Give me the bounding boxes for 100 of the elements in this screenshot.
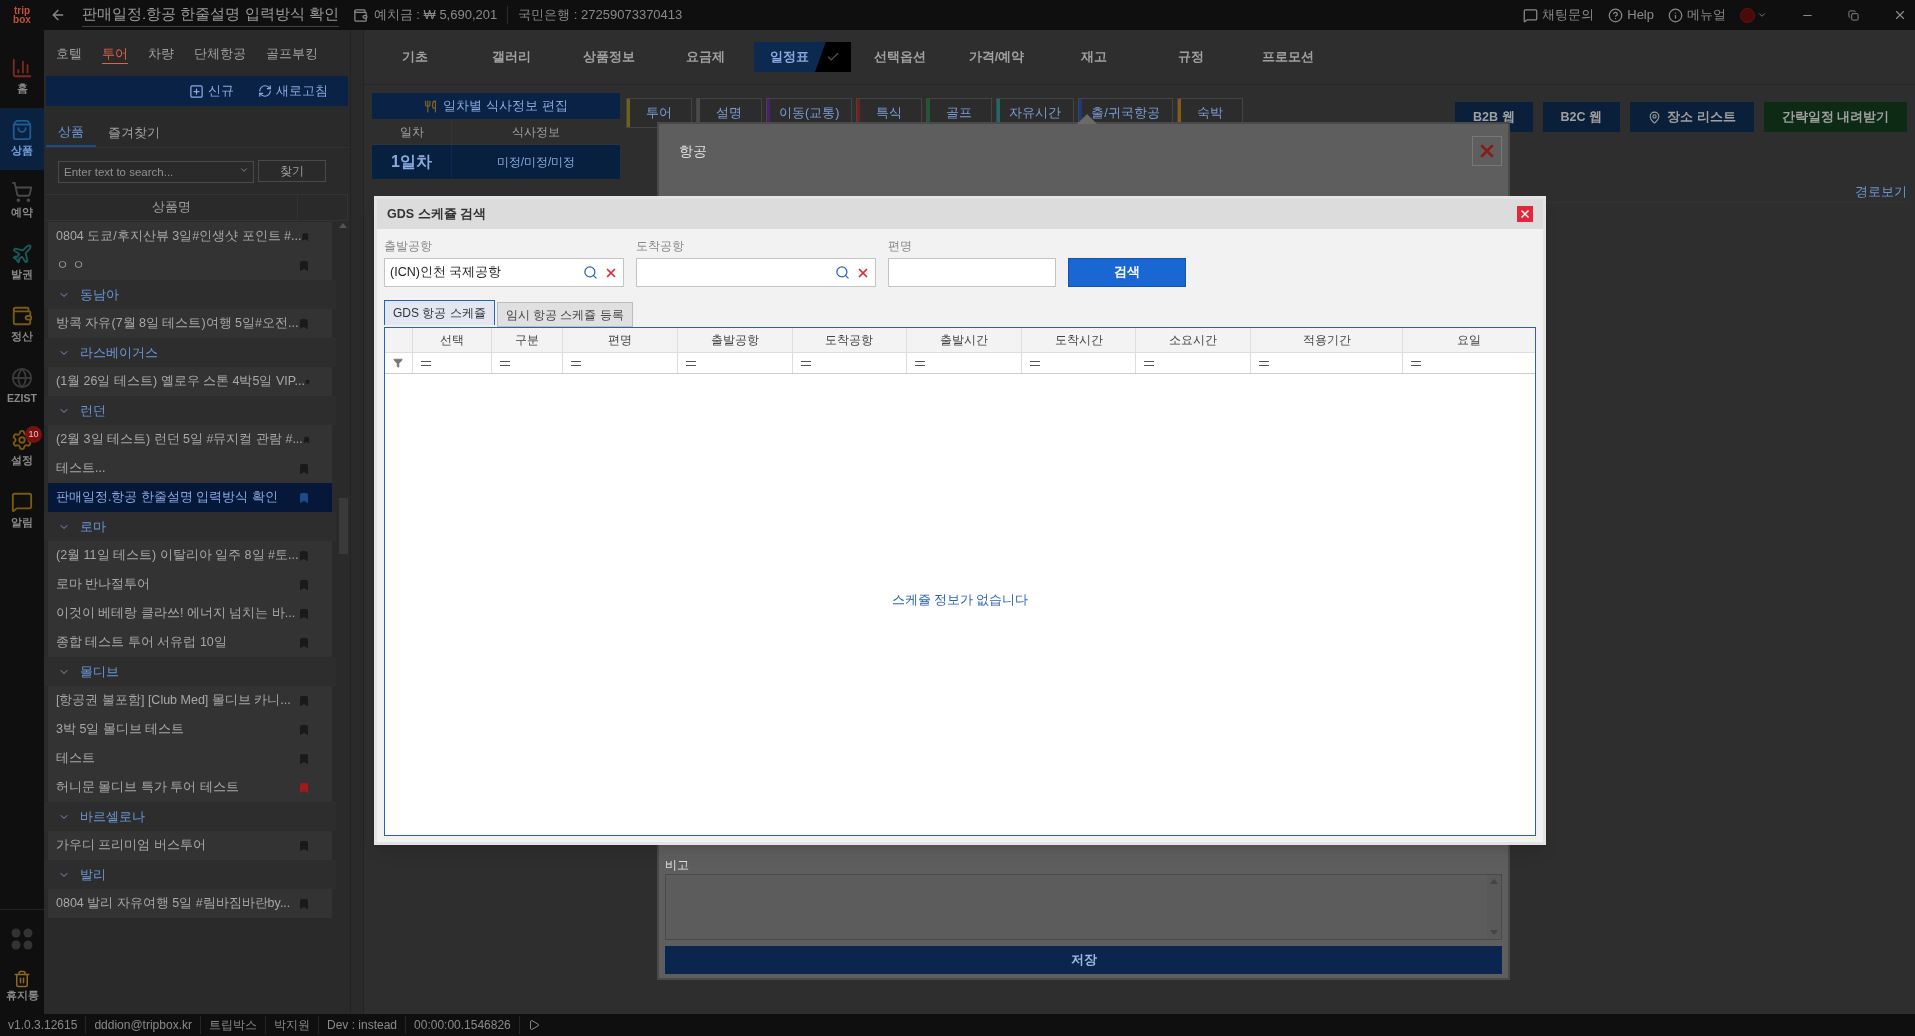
filter-icon[interactable]: [393, 358, 404, 368]
field-label: 편명: [888, 238, 913, 255]
nav-item[interactable]: 정산: [0, 294, 44, 356]
cart-icon: [11, 181, 33, 204]
product-list-item[interactable]: 3박 5일 몰디브 테스트: [48, 715, 332, 744]
category-tab[interactable]: 골프부킹: [266, 44, 318, 64]
sidebar-tab[interactable]: 즐겨찾기: [96, 118, 172, 147]
avatar-menu[interactable]: [1740, 7, 1767, 23]
bookmark-icon: [298, 577, 310, 592]
pin-icon: [1648, 110, 1662, 124]
product-list-item[interactable]: ㅇ ㅇ: [48, 251, 332, 280]
find-button[interactable]: 찾기: [258, 160, 326, 182]
column-header[interactable]: 적용기간: [1250, 328, 1404, 352]
toolbar-button[interactable]: 간략일정 내려받기: [1763, 102, 1907, 132]
header-link[interactable]: 채팅문의: [1523, 5, 1595, 25]
category-tab[interactable]: 투어: [102, 43, 128, 65]
note-field[interactable]: [665, 874, 1502, 940]
search-icon[interactable]: [583, 265, 598, 280]
dropdown-icon[interactable]: [239, 165, 249, 175]
schedule-type-tab[interactable]: 투어: [626, 98, 692, 128]
product-list-item[interactable]: 종합 테스트 투어 서유럽 10일: [48, 628, 332, 657]
schedule-tab[interactable]: GDS 항공 스케쥴: [384, 300, 495, 325]
schedule-tab[interactable]: 임시 항공 스케쥴 등록: [496, 302, 633, 327]
main-tab[interactable]: 선택옵션: [851, 42, 948, 72]
airport-field[interactable]: [636, 258, 876, 287]
product-list-item[interactable]: 허니문 몰디브 특가 투어 테스트: [48, 773, 332, 802]
nav-item[interactable]: 발권: [0, 232, 44, 294]
search-field[interactable]: Enter text to search...: [58, 161, 254, 183]
header-link[interactable]: Help: [1608, 5, 1654, 25]
column-header[interactable]: 출발시간: [907, 328, 1022, 352]
product-list-item[interactable]: (2월 11일 테스트) 이탈리아 일주 8일 #토...: [48, 541, 332, 570]
category-tab[interactable]: 차량: [148, 44, 174, 64]
chat-icon: [1523, 7, 1539, 23]
close-icon[interactable]: [1893, 8, 1907, 22]
column-header[interactable]: 선택: [412, 328, 492, 352]
apps-icon[interactable]: [11, 928, 33, 951]
nav-item[interactable]: EZIST: [0, 356, 44, 418]
search-button[interactable]: 검색: [1068, 258, 1186, 287]
nav-item[interactable]: 홈: [0, 46, 44, 108]
column-header[interactable]: 요일: [1403, 328, 1535, 352]
status-text: v1.0.3.12615: [0, 1016, 87, 1034]
bookmark-icon: [298, 896, 310, 911]
close-button[interactable]: [1472, 136, 1502, 166]
product-list-item[interactable]: 이것이 베테랑 클라쓰! 에너지 넘치는 바...: [48, 599, 332, 628]
product-list-item[interactable]: 테스트...: [48, 454, 332, 483]
main-tab[interactable]: 요금제: [657, 42, 754, 72]
product-list-item[interactable]: (2월 3일 테스트) 런던 5일 #뮤지컬 관람 #...: [48, 425, 332, 454]
main-tab[interactable]: 일정표: [754, 42, 851, 72]
product-list-item[interactable]: 로마 반나절투어: [48, 570, 332, 599]
back-icon[interactable]: [50, 7, 66, 23]
product-list-item[interactable]: [항공권 불포함] [Club Med] 몰디브 카니...: [48, 686, 332, 715]
toolbar-button[interactable]: B2C 웹: [1542, 102, 1621, 132]
restore-icon[interactable]: [1848, 9, 1859, 21]
status-text: 박지원: [266, 1016, 319, 1034]
search-icon[interactable]: [835, 265, 850, 280]
main-tab[interactable]: 상품정보: [560, 42, 657, 72]
product-list-item[interactable]: 방콕 자유(7월 8일 테스트)여행 5일#오전...: [48, 309, 332, 338]
product-list-item[interactable]: 테스트: [48, 744, 332, 773]
product-list-item[interactable]: 0804 발리 자유여행 5일 #림바짐바란by...: [48, 889, 332, 918]
save-button[interactable]: 저장: [665, 946, 1502, 974]
column-header[interactable]: 출발공항: [678, 328, 793, 352]
bookmark-icon: [298, 635, 310, 650]
nav-item[interactable]: 알림: [0, 480, 44, 542]
main-tab[interactable]: 가격/예약: [948, 42, 1045, 72]
main-tab[interactable]: 기초: [366, 42, 463, 72]
trash-item[interactable]: 휴지통: [5, 970, 39, 1004]
nav-item[interactable]: 상품: [0, 108, 44, 170]
column-header[interactable]: 소요시간: [1136, 328, 1251, 352]
column-header: 식사정보: [511, 123, 561, 141]
nav-item[interactable]: 설정 10: [0, 418, 44, 480]
close-button[interactable]: [1517, 206, 1533, 222]
product-list-item[interactable]: 0804 도쿄/후지산뷰 3일#인생샷 포인트 #...: [48, 222, 332, 251]
main-tab[interactable]: 프로모션: [1239, 42, 1336, 72]
flight-number-field[interactable]: [888, 258, 1056, 287]
main-tab[interactable]: 재고: [1045, 42, 1142, 72]
column-header[interactable]: 도착공항: [792, 328, 908, 352]
toolbar-button[interactable]: 장소 리스트: [1630, 102, 1754, 132]
scroll-up-icon[interactable]: [339, 223, 347, 228]
product-list-item[interactable]: (1월 26일 테스트) 옐로우 스톤 4박5일 VIP...: [48, 367, 332, 396]
product-list-item[interactable]: 판매일정.항공 한줄설명 입력방식 확인: [48, 483, 332, 512]
header-link[interactable]: 메뉴얼: [1668, 5, 1726, 25]
column-header[interactable]: 구분: [491, 328, 564, 352]
main-tab[interactable]: 규정: [1142, 42, 1239, 72]
column-header[interactable]: 편명: [563, 328, 678, 352]
airport-field[interactable]: (ICN)인천 국제공항: [384, 258, 624, 287]
equals-icon: [1258, 360, 1269, 366]
category-tab[interactable]: 단체항공: [194, 44, 246, 64]
column-header[interactable]: 도착시간: [1021, 328, 1137, 352]
category-tab[interactable]: 호텔: [56, 44, 82, 64]
nav-item[interactable]: 예약: [0, 170, 44, 232]
meal-edit-button[interactable]: 일차별 식사정보 편집: [372, 93, 620, 119]
main-tab[interactable]: 갤러리: [463, 42, 560, 72]
route-link[interactable]: 경로보기: [1855, 183, 1907, 202]
new-button[interactable]: 신규: [189, 81, 234, 101]
deposit-text: 예치금 : ₩ 5,690,201: [373, 6, 498, 25]
play-icon[interactable]: [527, 1019, 540, 1031]
product-list-item[interactable]: 가우디 프리미엄 버스투어: [48, 831, 332, 860]
refresh-button[interactable]: 새로고침: [258, 81, 328, 101]
empty-message: 스케쥴 정보가 없습니다: [891, 592, 1029, 610]
sidebar-tab[interactable]: 상품: [46, 118, 96, 147]
